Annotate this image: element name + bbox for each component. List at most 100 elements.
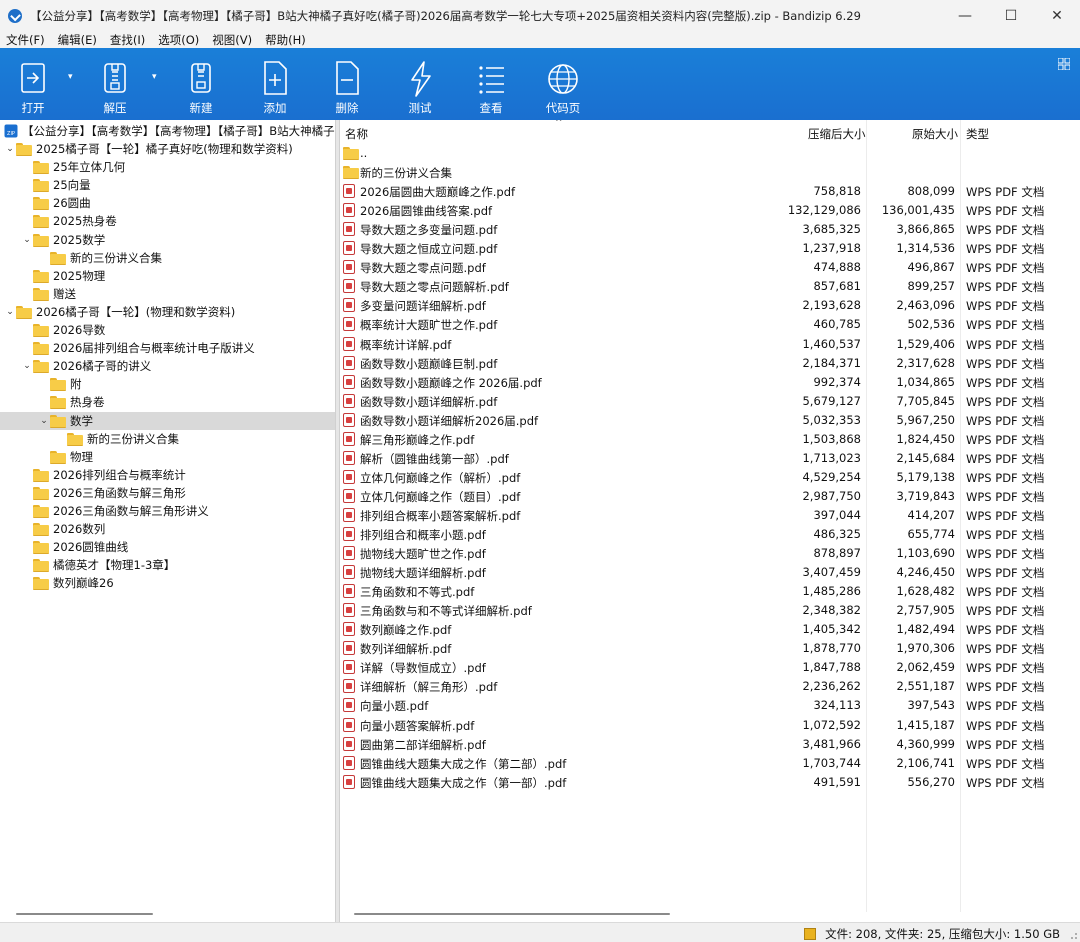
column-header-type[interactable]: 类型 [966,126,989,142]
file-row[interactable]: 排列组合和概率小题.pdf 486,325 655,774 WPS PDF 文档 [340,525,1080,544]
file-name: 详解（导数恒成立）.pdf [360,661,486,676]
file-row[interactable]: 2026届圆曲大题巅峰之作.pdf 758,818 808,099 WPS PDF 文… [340,182,1080,201]
file-row[interactable]: 函数导数小题巅峰之作 2026届.pdf 992,374 1,034,865 WPS … [340,373,1080,392]
column-header-packed-size[interactable]: 压缩后大小 [808,126,866,142]
chevron-down-icon[interactable]: ⌄ [4,307,16,317]
file-row[interactable]: 多变量问题详细解析.pdf 2,193,628 2,463,096 WPS PDF 文… [340,296,1080,315]
menu-find[interactable]: 查找(I) [110,32,145,48]
tree-root[interactable]: ZIP 【公益分享】【高考数学】【高考物理】【橘子哥】B站大神橘子 [0,122,335,140]
chevron-down-icon[interactable]: ⌄ [21,361,33,371]
menu-help[interactable]: 帮助(H) [265,32,306,48]
file-row[interactable]: 导数大题之多变量问题.pdf 3,685,325 3,866,865 WPS PDF … [340,220,1080,239]
test-button[interactable]: 测试 [395,48,445,120]
tree-item[interactable]: 2026圆锥曲线 [0,538,335,556]
file-row[interactable]: 函数导数小题巅峰巨制.pdf 2,184,371 2,317,628 WPS PDF … [340,354,1080,373]
column-header-name[interactable]: 名称 [345,126,368,142]
file-row[interactable]: 数列详细解析.pdf 1,878,770 1,970,306 WPS PDF 文档 [340,639,1080,658]
file-row[interactable]: 数列巅峰之作.pdf 1,405,342 1,482,494 WPS PDF 文档 [340,620,1080,639]
tree-item-label: 2026届排列组合与概率统计电子版讲义 [53,341,255,356]
file-row[interactable]: 三角函数与和不等式详细解析.pdf 2,348,382 2,757,905 WPS P… [340,601,1080,620]
tree-item[interactable]: 25年立体几何 [0,158,335,176]
tree-item[interactable]: 热身卷 [0,393,335,411]
tree-item[interactable]: 新的三份讲义合集 [0,249,335,267]
delete-button[interactable]: 删除 [322,48,372,120]
chevron-down-icon[interactable]: ⌄ [4,144,16,154]
tree-item[interactable]: 2026三角函数与解三角形讲义 [0,502,335,520]
extract-dropdown-chevron-icon[interactable]: ▾ [152,72,157,82]
file-row[interactable]: 解三角形巅峰之作.pdf 1,503,868 1,824,450 WPS PDF 文档 [340,430,1080,449]
file-row[interactable]: 新的三份讲义合集 [340,163,1080,182]
tree-item-label: 数学 [70,413,93,428]
file-row[interactable]: 立体几何巅峰之作（解析）.pdf 4,529,254 5,179,138 WPS PD… [340,468,1080,487]
file-row[interactable]: 概率统计大题旷世之作.pdf 460,785 502,536 WPS PDF 文档 [340,315,1080,334]
tree-item[interactable]: ⌄ 2026橘子哥【一轮】(物理和数学资料) [0,303,335,321]
file-row[interactable]: 向量小题.pdf 324,113 397,543 WPS PDF 文档 [340,696,1080,715]
file-row[interactable]: 详解（导数恒成立）.pdf 1,847,788 2,062,459 WPS PDF 文… [340,658,1080,677]
file-row[interactable]: 函数导数小题详细解析.pdf 5,679,127 7,705,845 WPS PDF … [340,392,1080,411]
chevron-down-icon[interactable]: ⌄ [21,235,33,245]
file-row[interactable]: 2026届圆锥曲线答案.pdf 132,129,086 136,001,435 WPS… [340,201,1080,220]
tree-item[interactable]: 26圆曲 [0,194,335,212]
file-row[interactable]: 详细解析（解三角形）.pdf 2,236,262 2,551,187 WPS PDF … [340,677,1080,696]
tree-horizontal-scrollbar[interactable] [16,913,153,915]
pdf-file-icon [343,698,355,713]
open-dropdown-chevron-icon[interactable]: ▾ [68,72,73,82]
pdf-file-icon [343,374,355,389]
tree-item[interactable]: ⌄ 数学 [0,411,335,430]
file-row[interactable]: 排列组合概率小题答案解析.pdf 397,044 414,207 WPS PDF 文档 [340,506,1080,525]
tree-item[interactable]: 橘德英才【物理1-3章】 [0,556,335,574]
bandizip-app-icon[interactable] [8,8,22,23]
tree-item[interactable]: 2026数列 [0,520,335,538]
file-row[interactable]: 导数大题之恒成立问题.pdf 1,237,918 1,314,536 WPS PDF … [340,239,1080,258]
file-row[interactable]: 圆锥曲线大题集大成之作（第二部）.pdf 1,703,744 2,106,741 WP… [340,754,1080,773]
tree-item[interactable]: 赠送 [0,285,335,303]
file-row[interactable]: 导数大题之零点问题.pdf 474,888 496,867 WPS PDF 文档 [340,258,1080,277]
tree-item[interactable]: 2025热身卷 [0,212,335,230]
file-row[interactable]: .. [340,144,1080,163]
pdf-file-icon [343,298,355,313]
file-row[interactable]: 解析（圆锥曲线第一部）.pdf 1,713,023 2,145,684 WPS PDF… [340,449,1080,468]
minimize-button[interactable]: — [942,0,988,31]
file-row[interactable]: 概率统计详解.pdf 1,460,537 1,529,406 WPS PDF 文档 [340,335,1080,354]
tree-item[interactable]: 25向量 [0,176,335,194]
tree-item[interactable]: ⌄ 2026橘子哥的讲义 [0,357,335,375]
file-row[interactable]: 向量小题答案解析.pdf 1,072,592 1,415,187 WPS PDF 文档 [340,716,1080,735]
menu-edit[interactable]: 编辑(E) [58,32,97,48]
add-button[interactable]: 添加 [250,48,300,120]
file-row[interactable]: 立体几何巅峰之作（题目）.pdf 2,987,750 3,719,843 WPS PD… [340,487,1080,506]
tree-item[interactable]: ⌄ 2025数学 [0,231,335,249]
tree-item[interactable]: ⌄ 2025橘子哥【一轮】橘子真好吃(物理和数学资料) [0,140,335,158]
menu-view[interactable]: 视图(V) [212,32,252,48]
tree-item[interactable]: 2026届排列组合与概率统计电子版讲义 [0,339,335,357]
file-row[interactable]: 抛物线大题旷世之作.pdf 878,897 1,103,690 WPS PDF 文档 [340,544,1080,563]
extract-button[interactable]: 解压 [90,48,140,120]
close-button[interactable]: ✕ [1034,0,1080,31]
resize-grip-icon[interactable] [1068,930,1078,940]
file-row[interactable]: 三角函数和不等式.pdf 1,485,286 1,628,482 WPS PDF 文档 [340,582,1080,601]
menu-file[interactable]: 文件(F) [6,32,45,48]
file-row[interactable]: 抛物线大题详细解析.pdf 3,407,459 4,246,450 WPS PDF 文… [340,563,1080,582]
new-archive-button[interactable]: 新建 [176,48,226,120]
tree-item[interactable]: 附 [0,375,335,393]
tree-item[interactable]: 物理 [0,448,335,466]
file-row[interactable]: 圆曲第二部详细解析.pdf 3,481,966 4,360,999 WPS PDF 文… [340,735,1080,754]
tree-item[interactable]: 数列巅峰26 [0,574,335,592]
extract-icon [104,63,126,93]
file-row[interactable]: 函数导数小题详细解析2026届.pdf 5,032,353 5,967,250 WPS… [340,411,1080,430]
tree-item[interactable]: 新的三份讲义合集 [0,430,335,448]
chevron-down-icon[interactable]: ⌄ [38,416,50,426]
file-row[interactable]: 圆锥曲线大题集大成之作（第一部）.pdf 491,591 556,270 WPS PD… [340,773,1080,792]
file-row[interactable]: 导数大题之零点问题解析.pdf 857,681 899,257 WPS PDF 文档 [340,277,1080,296]
tree-item[interactable]: 2026排列组合与概率统计 [0,466,335,484]
layout-grid-icon[interactable] [1058,58,1070,70]
open-button[interactable]: 打开 [8,48,58,120]
tree-item[interactable]: 2025物理 [0,267,335,285]
maximize-button[interactable]: ☐ [988,0,1034,31]
view-button[interactable]: 查看 [466,48,516,120]
list-horizontal-scrollbar[interactable] [354,913,670,915]
menu-options[interactable]: 选项(O) [158,32,199,48]
tree-item[interactable]: 2026导数 [0,321,335,339]
tree-item[interactable]: 2026三角函数与解三角形 [0,484,335,502]
codepage-button[interactable]: 代码页 [538,48,588,120]
column-header-original-size[interactable]: 原始大小 [912,126,958,142]
